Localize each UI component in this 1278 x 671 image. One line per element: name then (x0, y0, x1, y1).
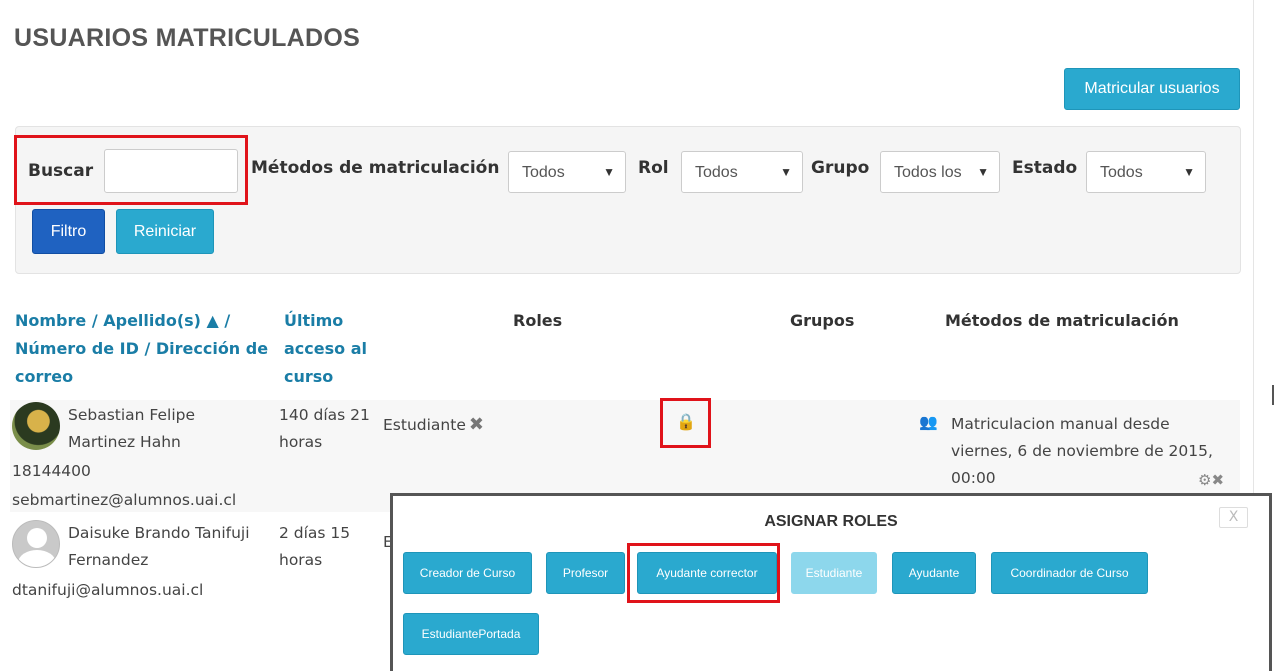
role-button-assistant[interactable]: Ayudante (892, 552, 976, 594)
header-methods: Métodos de matriculación (945, 311, 1179, 330)
assign-roles-dialog: ASIGNAR ROLES X Creador de Curso Profeso… (390, 493, 1272, 671)
role-button-course-coordinator[interactable]: Coordinador de Curso (991, 552, 1148, 594)
highlight-grader-assistant (627, 543, 780, 603)
methods-select-value: Todos (522, 164, 565, 181)
header-groups: Grupos (790, 311, 855, 330)
header-name-line3[interactable]: correo (15, 363, 268, 391)
user-fullname[interactable]: Daisuke Brando Tanifuji Fernandez (68, 520, 250, 574)
role-label: Rol (638, 158, 669, 178)
group-label: Grupo (811, 158, 870, 178)
status-select-value: Todos (1100, 164, 1143, 181)
method-line1: Matriculacion manual desde (951, 415, 1170, 433)
header-last-access-line2[interactable]: acceso al (284, 335, 367, 363)
chevron-down-icon: ▼ (780, 165, 792, 179)
role-button-student: Estudiante (791, 552, 877, 594)
method-line3: 00:00 (951, 469, 996, 487)
user-idnumber: 18144400 (12, 462, 91, 480)
group-select[interactable]: Todos los ▼ (880, 151, 1000, 193)
group-select-value: Todos los (894, 164, 962, 181)
close-button[interactable]: X (1219, 507, 1248, 528)
page-title: USUARIOS MATRICULADOS (14, 24, 361, 52)
chevron-down-icon: ▼ (977, 165, 989, 179)
role-button-teacher[interactable]: Profesor (546, 552, 625, 594)
methods-select[interactable]: Todos ▼ (508, 151, 626, 193)
status-select[interactable]: Todos ▼ (1086, 151, 1206, 193)
user-email: sebmartinez@alumnos.uai.cl (12, 491, 237, 509)
role-select-value: Todos (695, 164, 738, 181)
close-icon[interactable]: ✖ (469, 414, 484, 435)
last-access: 2 días 15 horas (279, 520, 350, 574)
enrol-users-button[interactable]: Matricular usuarios (1064, 68, 1240, 110)
header-last-access-line3[interactable]: curso (284, 363, 367, 391)
user-email: dtanifuji@alumnos.uai.cl (12, 581, 204, 599)
role-label: Estudiante (383, 416, 466, 434)
reset-button[interactable]: Reiniciar (116, 209, 214, 254)
role-item: Estudiante ✖ (383, 411, 484, 439)
filter-button[interactable]: Filtro (32, 209, 105, 254)
header-name-line2[interactable]: Número de ID / Dirección de (15, 335, 268, 363)
last-access: 140 días 21 horas (279, 402, 370, 456)
user-name-line2[interactable]: Martinez Hahn (68, 429, 195, 456)
header-last-access[interactable]: Último acceso al curso (284, 307, 367, 391)
last-access-line2: horas (279, 433, 323, 451)
avatar[interactable] (12, 520, 60, 568)
enrol-method: Matriculacion manual desde viernes, 6 de… (951, 411, 1213, 492)
header-name[interactable]: Nombre / Apellido(s) ▲ / Número de ID / … (15, 307, 268, 391)
user-name-line1[interactable]: Daisuke Brando Tanifuji (68, 520, 250, 547)
header-last-access-line1[interactable]: Último (284, 307, 367, 335)
last-access-line1: 2 días 15 (279, 524, 351, 542)
methods-label: Métodos de matriculación (251, 158, 500, 178)
user-name-line1[interactable]: Sebastian Felipe (68, 402, 195, 429)
header-roles: Roles (513, 311, 563, 330)
role-button-student-cover[interactable]: EstudiantePortada (403, 613, 539, 655)
role-select[interactable]: Todos ▼ (681, 151, 803, 193)
role-button-course-creator[interactable]: Creador de Curso (403, 552, 532, 594)
highlight-search (14, 135, 248, 205)
chevron-down-icon: ▼ (1183, 165, 1195, 179)
gear-icon[interactable]: ⚙✖ (1198, 471, 1224, 489)
last-access-line1: 140 días 21 (279, 406, 370, 424)
user-fullname[interactable]: Sebastian Felipe Martinez Hahn (68, 402, 195, 456)
method-line2: viernes, 6 de noviembre de 2015, (951, 442, 1213, 460)
dialog-title: ASIGNAR ROLES (764, 513, 898, 530)
user-name-line2[interactable]: Fernandez (68, 547, 250, 574)
scroll-marker (1272, 385, 1274, 405)
highlight-assign-role (660, 398, 711, 448)
chevron-down-icon: ▼ (603, 165, 615, 179)
last-access-line2: horas (279, 551, 323, 569)
avatar[interactable] (12, 402, 60, 450)
status-label: Estado (1012, 158, 1078, 178)
header-name-line1[interactable]: Nombre / Apellido(s) ▲ / (15, 307, 268, 335)
users-icon: 👥 (919, 413, 938, 431)
